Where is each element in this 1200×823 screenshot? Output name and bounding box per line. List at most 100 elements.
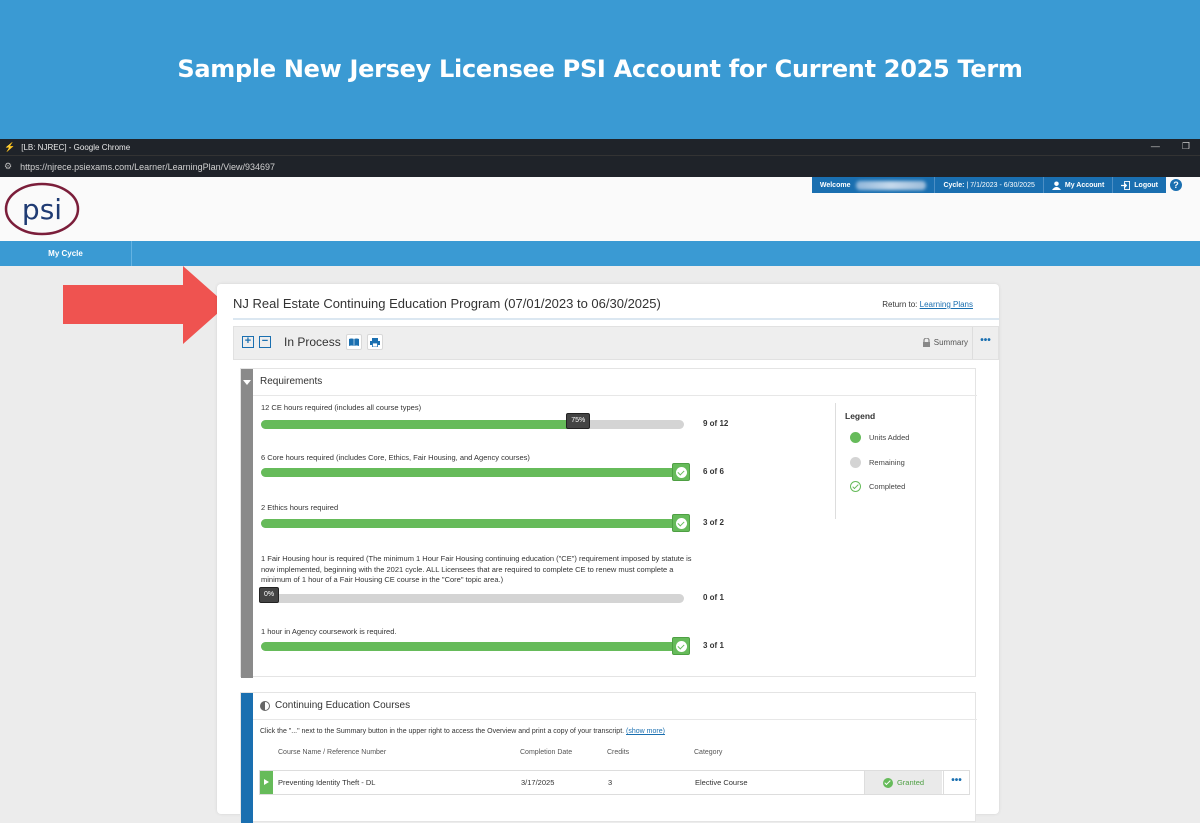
redacted-username <box>856 180 927 190</box>
progress-fill <box>261 519 684 528</box>
summary-button[interactable]: Summary <box>922 338 968 347</box>
completed-check-icon <box>672 463 690 481</box>
legend-label: Completed <box>869 482 906 491</box>
half-circle-icon <box>260 700 270 711</box>
completed-check-icon <box>850 481 861 492</box>
my-account-label: My Account <box>1064 181 1105 189</box>
category: Elective Course <box>695 778 748 787</box>
requirement-count: 3 of 1 <box>703 641 724 650</box>
user-icon <box>1051 180 1061 190</box>
remaining-dot <box>850 456 861 468</box>
logo-text: psi <box>22 193 62 226</box>
requirement-item: 1 Fair Housing hour is required (The min… <box>259 554 821 603</box>
requirement-label: 1 hour in Agency coursework is required. <box>261 627 397 636</box>
column-header: Course Name / Reference Number <box>278 749 387 756</box>
divider <box>253 395 977 396</box>
logout-button[interactable]: Logout <box>1113 177 1166 193</box>
app-icon: ⚡ <box>4 141 16 152</box>
courses-card: Continuing Education Courses Click the "… <box>240 692 977 823</box>
url-text[interactable]: https://njrece.psiexams.com/Learner/Lear… <box>20 162 275 172</box>
lock-icon <box>922 338 930 347</box>
progress-fill <box>261 420 579 429</box>
program-title: NJ Real Estate Continuing Education Prog… <box>233 296 661 311</box>
requirement-item: 6 Core hours required (includes Core, Et… <box>261 453 821 481</box>
column-header: Category <box>694 749 723 756</box>
book-icon[interactable] <box>346 334 362 350</box>
row-options-button[interactable]: ••• <box>943 771 969 794</box>
requirement-count: 9 of 12 <box>703 419 729 428</box>
my-account-button[interactable]: My Account <box>1044 177 1114 193</box>
site-settings-icon[interactable]: ⚙ <box>4 161 12 172</box>
requirement-count: 6 of 6 <box>703 467 724 476</box>
psi-logo[interactable]: psi <box>4 182 80 236</box>
show-more-link[interactable]: (show more) <box>626 728 665 735</box>
banner-title: Sample New Jersey Licensee PSI Account f… <box>177 54 1023 83</box>
help-icon[interactable]: ? <box>1170 179 1182 191</box>
cycle-label: Cycle: <box>943 181 965 189</box>
window-title: [LB: NJREC] - Google Chrome <box>21 142 131 152</box>
requirement-item: 2 Ethics hours required 3 of 2 <box>261 503 821 532</box>
legend: Legend Units Added Remaining Completed <box>845 411 909 506</box>
address-bar[interactable]: ⚙ https://njrece.psiexams.com/Learner/Le… <box>0 155 1200 177</box>
completion-date: 3/17/2025 <box>521 778 555 787</box>
banner: Sample New Jersey Licensee PSI Account f… <box>0 0 1200 139</box>
requirement-count: 0 of 1 <box>703 593 724 602</box>
progress-track <box>261 463 690 481</box>
units-added-dot <box>850 432 861 443</box>
requirement-label: 2 Ethics hours required <box>261 503 339 512</box>
print-icon[interactable] <box>367 334 383 350</box>
divider <box>233 318 999 320</box>
nav-bar: My Cycle <box>0 241 1200 266</box>
legend-label: Units Added <box>869 433 910 442</box>
progress-badge: 75% <box>566 413 591 429</box>
table-row[interactable]: Preventing Identity Theft - DL 3/17/2025… <box>259 770 970 795</box>
restore-icon[interactable]: ❐ <box>1182 141 1190 152</box>
requirements-card: Requirements 12 CE hours required (inclu… <box>240 368 977 678</box>
collapse-toggle[interactable] <box>241 369 253 678</box>
legend-item: Completed <box>850 481 909 492</box>
caret-down-icon <box>243 380 251 385</box>
requirement-label: 1 Fair Housing hour is required (The min… <box>261 554 692 584</box>
expand-all-icon[interactable]: + <box>242 336 254 348</box>
completed-check-icon <box>672 637 690 655</box>
learning-plan-panel: NJ Real Estate Continuing Education Prog… <box>217 284 999 823</box>
status-toolbar: + − In Process Summary ••• <box>233 326 999 360</box>
credits: 3 <box>608 778 613 787</box>
divider <box>253 719 977 720</box>
legend-item: Remaining <box>850 456 909 468</box>
status-label: Granted <box>896 778 925 787</box>
legend-title: Legend <box>845 411 876 421</box>
cycle-item: Cycle: | 7/1/2023 - 6/30/2025 <box>935 177 1044 193</box>
browser-titlebar: ⚡ [LB: NJREC] - Google Chrome — ❐ <box>0 139 1200 155</box>
expand-row-icon[interactable] <box>260 771 273 794</box>
welcome-item: Welcome <box>812 177 936 193</box>
granted-check-icon <box>882 777 893 788</box>
progress-fill <box>261 468 684 477</box>
completed-check-icon <box>672 514 690 532</box>
logout-label: Logout <box>1134 181 1158 189</box>
legend-item: Units Added <box>850 432 909 443</box>
welcome-label: Welcome <box>819 181 851 189</box>
learning-plans-link[interactable]: Learning Plans <box>920 300 973 309</box>
requirement-item: 12 CE hours required (includes all cours… <box>261 403 821 429</box>
requirements-heading: Requirements <box>260 376 323 387</box>
tab-my-cycle[interactable]: My Cycle <box>0 241 132 266</box>
collapse-all-icon[interactable]: − <box>259 336 271 348</box>
progress-track: 75% <box>261 413 684 429</box>
course-name: Preventing Identity Theft - DL <box>278 778 376 787</box>
logout-icon <box>1121 180 1131 190</box>
requirement-item: 1 hour in Agency coursework is required.… <box>261 627 821 655</box>
courses-note: Click the "..." next to the Summary butt… <box>260 728 665 735</box>
courses-heading: Continuing Education Courses <box>275 700 411 711</box>
column-header: Credits <box>607 749 630 756</box>
requirement-label: 12 CE hours required (includes all cours… <box>261 403 422 412</box>
minimize-icon[interactable]: — <box>1151 141 1160 152</box>
progress-track <box>261 514 690 532</box>
progress-fill <box>261 642 684 651</box>
return-label: Return to: <box>882 300 918 309</box>
legend-label: Remaining <box>869 457 905 467</box>
return-to: Return to: Learning Plans <box>882 300 973 309</box>
site-header: psi Welcome Cycle: | 7/1/2023 - 6/30/202… <box>0 177 1200 241</box>
more-options-button[interactable]: ••• <box>972 327 998 359</box>
requirement-label: 6 Core hours required (includes Core, Et… <box>261 453 530 462</box>
